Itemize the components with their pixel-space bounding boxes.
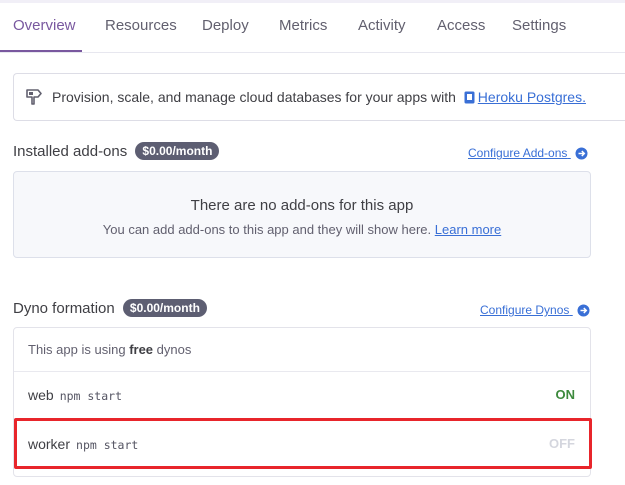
no-addons-subtitle: You can add add-ons to this app and they… <box>14 222 590 237</box>
dyno-name: worker <box>28 436 71 452</box>
app-tabs: Overview Resources Deploy Metrics Activi… <box>0 0 625 53</box>
dyno-name: web <box>28 387 54 403</box>
tab-settings[interactable]: Settings <box>512 17 566 34</box>
addons-cost-badge: $0.00/month <box>135 142 220 160</box>
dyno-header: Dyno formation $0.00/month <box>13 299 207 317</box>
heroku-postgres-link[interactable]: Heroku Postgres. <box>478 89 586 105</box>
dyno-row-worker[interactable]: worker npm start OFF <box>14 420 590 468</box>
free-dynos-notice: This app is using free dynos <box>14 328 590 372</box>
free-prefix: This app is using <box>28 342 126 357</box>
active-tab-indicator <box>0 50 82 52</box>
tab-metrics[interactable]: Metrics <box>279 17 327 34</box>
tab-access[interactable]: Access <box>437 17 485 34</box>
addons-header: Installed add-ons $0.00/month <box>13 142 220 160</box>
dyno-command: npm start <box>76 438 139 452</box>
dyno-status-off: OFF <box>549 436 575 451</box>
signpost-icon <box>26 89 42 105</box>
postgres-banner: Provision, scale, and manage cloud datab… <box>13 73 625 121</box>
configure-addons-link[interactable]: Configure Add-ons <box>468 146 588 160</box>
no-addons-subtitle-text: You can add add-ons to this app and they… <box>102 222 432 237</box>
postgres-icon <box>464 91 475 104</box>
tab-deploy[interactable]: Deploy <box>202 17 249 34</box>
dyno-formation-panel: This app is using free dynos web npm star… <box>13 327 591 477</box>
tab-activity[interactable]: Activity <box>358 17 406 34</box>
arrow-circle-icon <box>577 304 590 317</box>
dyno-title: Dyno formation <box>13 300 115 317</box>
arrow-circle-icon <box>575 147 588 160</box>
dyno-command: npm start <box>59 389 122 403</box>
learn-more-link[interactable]: Learn more <box>435 222 501 237</box>
addons-title: Installed add-ons <box>13 143 128 160</box>
configure-dynos-label: Configure Dynos <box>480 303 570 317</box>
tab-resources[interactable]: Resources <box>105 17 177 34</box>
free-suffix: dynos <box>156 342 192 357</box>
configure-addons-label: Configure Add-ons <box>468 146 568 160</box>
no-addons-box: There are no add-ons for this app You ca… <box>13 171 591 258</box>
free-word: free <box>129 342 154 357</box>
tab-overview[interactable]: Overview <box>13 17 76 34</box>
dyno-status-on: ON <box>555 387 576 402</box>
configure-dynos-link[interactable]: Configure Dynos <box>480 303 590 317</box>
no-addons-title: There are no add-ons for this app <box>190 197 414 214</box>
banner-text: Provision, scale, and manage cloud datab… <box>52 89 456 105</box>
dyno-row-web[interactable]: web npm start ON <box>14 371 590 420</box>
dyno-cost-badge: $0.00/month <box>122 299 207 317</box>
